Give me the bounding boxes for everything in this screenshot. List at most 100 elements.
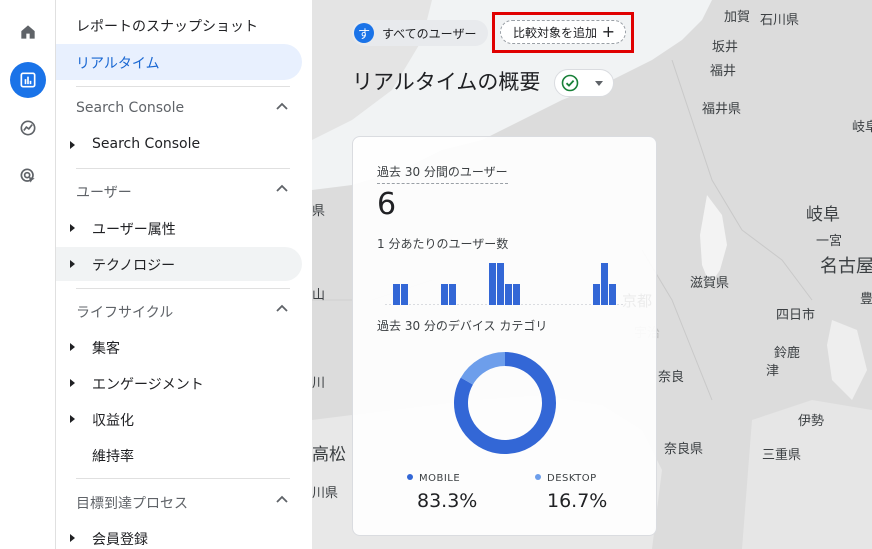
section-user[interactable]: ユーザー bbox=[76, 182, 290, 202]
add-comparison-button[interactable]: 比較対象を追加 + bbox=[500, 20, 626, 44]
map-label-nara: 奈良県 bbox=[664, 442, 704, 457]
advertising-icon[interactable] bbox=[10, 158, 46, 194]
nav-divider bbox=[76, 168, 290, 169]
bar-minute-27[interactable] bbox=[593, 284, 600, 305]
bar-minute-16[interactable] bbox=[505, 284, 512, 305]
map-label-tsu: 津 bbox=[766, 364, 780, 379]
nav-item-label: 収益化 bbox=[92, 413, 134, 429]
map-label-shiga: 滋賀県 bbox=[690, 276, 730, 291]
nav-item-label: 会員登録 bbox=[92, 532, 148, 548]
reports-icon[interactable] bbox=[10, 62, 46, 98]
metric-label[interactable]: 過去 30 分間のユーザー bbox=[377, 163, 508, 184]
section-funnel[interactable]: 目標到達プロセス bbox=[76, 493, 290, 513]
nav-item-retention[interactable]: 維持率 bbox=[56, 438, 302, 472]
legend-mobile: MOBILE bbox=[407, 473, 460, 484]
map-label-sakai: 坂井 bbox=[712, 40, 739, 55]
bar-minute-8[interactable] bbox=[441, 284, 448, 305]
desktop-percentage: 16.7% bbox=[547, 490, 608, 512]
bar-minute-17[interactable] bbox=[513, 284, 520, 305]
bar-minute-15[interactable] bbox=[497, 263, 504, 305]
report-nav: レポートのスナップショット リアルタイム Search Console Sear… bbox=[56, 0, 312, 549]
all-users-chip[interactable]: す すべてのユーザー bbox=[352, 20, 489, 46]
expand-arrow-icon bbox=[70, 379, 75, 387]
expand-arrow-icon bbox=[70, 343, 75, 351]
section-lifecycle[interactable]: ライフサイクル bbox=[76, 302, 290, 322]
check-circle-icon bbox=[561, 74, 579, 92]
map-label-nara-city: 奈良 bbox=[658, 370, 685, 385]
map-label-nagoya: 名古屋 bbox=[820, 256, 872, 277]
realtime-users-card: 過去 30 分間のユーザー 6 1 分あたりのユーザー数 過去 30 分のデバイ… bbox=[352, 136, 657, 536]
map-label-ise: 伊勢 bbox=[798, 414, 825, 429]
page-title: リアルタイムの概要 bbox=[352, 70, 541, 94]
section-search-console-title: Search Console bbox=[76, 100, 185, 116]
expand-arrow-icon bbox=[70, 534, 75, 542]
nav-item-signup[interactable]: 会員登録 bbox=[56, 521, 302, 549]
nav-item-search-console[interactable]: Search Console bbox=[56, 128, 302, 162]
legend-dot-mobile bbox=[407, 474, 413, 480]
bar-minute-14[interactable] bbox=[489, 263, 496, 305]
explore-icon[interactable] bbox=[10, 110, 46, 146]
bar-minute-28[interactable] bbox=[601, 263, 608, 305]
plus-icon: + bbox=[601, 22, 615, 41]
nav-item-technology[interactable]: テクノロジー bbox=[56, 247, 302, 281]
bar-minute-9[interactable] bbox=[449, 284, 456, 305]
chevron-up-icon bbox=[276, 184, 288, 192]
nav-divider bbox=[76, 288, 290, 289]
home-icon[interactable] bbox=[10, 14, 46, 50]
map-label-ishikawa: 石川県 bbox=[760, 13, 800, 28]
map-label-yokkaichi: 四日市 bbox=[776, 308, 816, 323]
nav-item-monetization[interactable]: 収益化 bbox=[56, 402, 302, 436]
chevron-up-icon bbox=[276, 495, 288, 503]
nav-item-engagement[interactable]: エンゲージメント bbox=[56, 366, 302, 400]
bar-minute-3[interactable] bbox=[401, 284, 408, 305]
device-category-label: 過去 30 分のデバイス カテゴリ bbox=[377, 319, 548, 333]
map-label-suzuka: 鈴鹿 bbox=[774, 346, 801, 361]
nav-item-demographics[interactable]: ユーザー属性 bbox=[56, 211, 302, 245]
nav-snapshot-link[interactable]: レポートのスナップショット bbox=[76, 16, 258, 36]
legend-desktop: DESKTOP bbox=[535, 473, 597, 484]
user-avatar: す bbox=[354, 23, 374, 43]
map-label-kaga: 加賀 bbox=[724, 10, 751, 25]
metric-value: 6 bbox=[377, 187, 397, 222]
section-search-console[interactable]: Search Console bbox=[76, 100, 290, 116]
per-minute-bar-chart[interactable] bbox=[385, 255, 625, 305]
nav-realtime-label: リアルタイム bbox=[76, 56, 160, 72]
legend-dot-desktop bbox=[535, 474, 541, 480]
bar-minute-2[interactable] bbox=[393, 284, 400, 305]
all-users-label: すべてのユーザー bbox=[382, 26, 477, 41]
nav-divider bbox=[76, 86, 290, 87]
add-comparison-label: 比較対象を追加 bbox=[513, 25, 598, 40]
map-label-ichinomiya: 一宮 bbox=[816, 234, 843, 249]
expand-arrow-icon bbox=[70, 415, 75, 423]
expand-arrow-icon bbox=[70, 260, 75, 268]
chevron-up-icon bbox=[276, 102, 288, 110]
nav-divider bbox=[76, 478, 290, 479]
icon-rail bbox=[0, 0, 56, 549]
nav-realtime-link[interactable]: リアルタイム bbox=[56, 44, 302, 80]
map-label-mie: 三重県 bbox=[762, 448, 802, 463]
expand-arrow-icon bbox=[70, 224, 75, 232]
chevron-up-icon bbox=[276, 304, 288, 312]
map-label-edge-ken: 県 bbox=[312, 204, 326, 219]
map-label-yama: 山 bbox=[312, 288, 326, 303]
bar-minute-29[interactable] bbox=[609, 284, 616, 305]
section-funnel-title: 目標到達プロセス bbox=[76, 496, 188, 512]
nav-item-label: Search Console bbox=[92, 136, 201, 152]
map-label-gifu-top: 岐阜 bbox=[852, 120, 872, 135]
map-label-fukui: 福井県 bbox=[702, 102, 742, 117]
map-label-fukui-city: 福井 bbox=[710, 64, 737, 79]
nav-item-label: エンゲージメント bbox=[92, 377, 204, 393]
expand-arrow-icon bbox=[70, 141, 75, 149]
nav-item-acquisition[interactable]: 集客 bbox=[56, 330, 302, 364]
map-label-takamatsu: 高松 bbox=[312, 445, 346, 465]
map-label-gifu: 岐阜 bbox=[806, 205, 840, 225]
section-lifecycle-title: ライフサイクル bbox=[76, 305, 174, 321]
map-label-kagawa: 川県 bbox=[312, 486, 339, 501]
status-dropdown[interactable] bbox=[554, 69, 614, 97]
chevron-down-icon bbox=[595, 81, 603, 86]
map-label-kawa: 川 bbox=[312, 376, 326, 391]
map-label-toyo: 豊 bbox=[860, 292, 872, 307]
device-donut-chart[interactable] bbox=[453, 351, 557, 455]
donut-slice-desktop[interactable] bbox=[460, 352, 506, 385]
nav-item-label: 集客 bbox=[92, 341, 120, 357]
